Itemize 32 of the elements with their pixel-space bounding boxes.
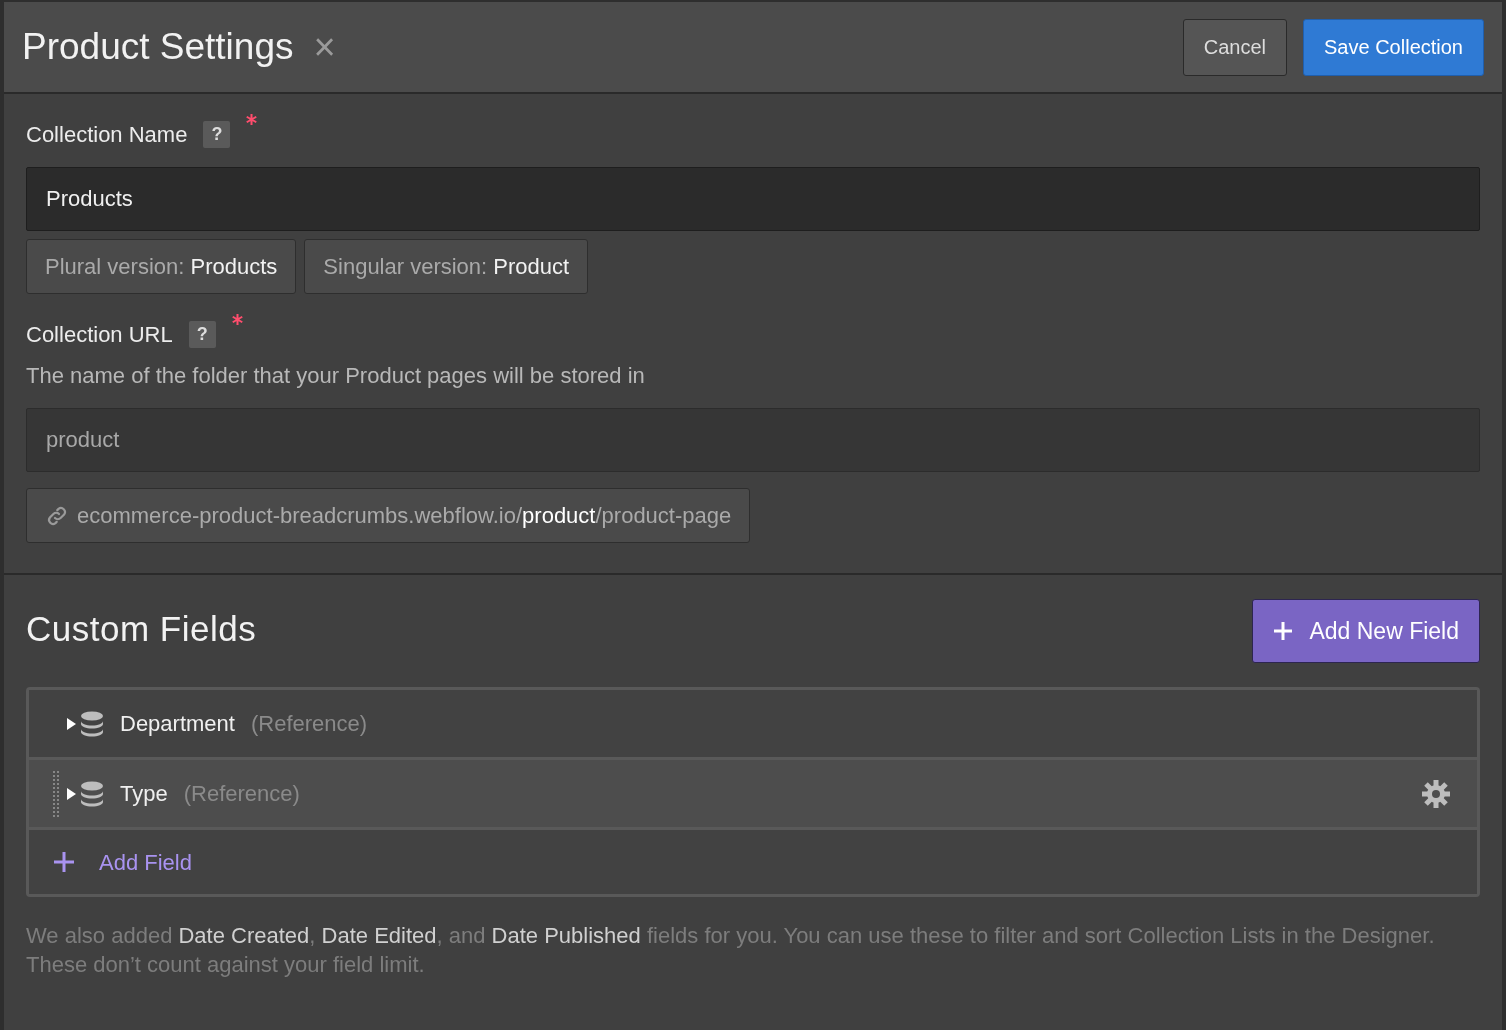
field-row[interactable]: Department (Reference) xyxy=(29,690,1477,760)
url-input[interactable]: product xyxy=(26,408,1480,472)
field-label: Collection URL xyxy=(26,321,173,349)
version-label[interactable]: Singular version: Product xyxy=(304,239,589,294)
save-button[interactable]: Save Collection xyxy=(1303,18,1484,76)
field-name: Department xyxy=(120,710,235,738)
add-new-field-button[interactable]: Add New Field xyxy=(1252,599,1480,663)
close-button[interactable]: × xyxy=(309,28,340,66)
field-type: (Reference) xyxy=(183,780,300,808)
plus-icon xyxy=(1273,621,1294,641)
help-icon[interactable]: ? xyxy=(203,121,231,148)
expand-arrow-icon[interactable] xyxy=(67,717,76,730)
settings-icon[interactable] xyxy=(1421,778,1451,809)
expand-arrow-icon[interactable] xyxy=(67,787,76,800)
cancel-button[interactable]: Cancel xyxy=(1182,18,1288,76)
field-row[interactable]: Type (Reference) xyxy=(29,760,1477,830)
field-label: Collection Name xyxy=(26,121,188,149)
url-preview[interactable]: ecommerce-product-breadcrumbs.webflow.io/product/product-page xyxy=(26,488,751,543)
field-name: Type xyxy=(120,780,168,808)
field-type: (Reference) xyxy=(250,710,368,738)
hint-text: The name of the folder that your Product pages will be stored in xyxy=(26,362,646,390)
database-icon xyxy=(80,780,104,807)
name-input[interactable]: Products xyxy=(26,167,1480,231)
drag-handle-icon[interactable] xyxy=(53,770,59,817)
plus-icon xyxy=(53,851,75,873)
footnote-text: We also added Date Created, Date Edited, and Date Published fields for you. You can use these to filter and sort Collection Lists in the Designer. These don’t count against your field limit. xyxy=(26,922,1436,979)
database-icon xyxy=(80,710,104,737)
version-label[interactable]: Plural version: Products xyxy=(26,239,297,294)
help-icon[interactable]: ? xyxy=(188,321,216,348)
section-title: Custom Fields xyxy=(26,608,257,650)
dialog-title: Product Settings xyxy=(22,25,294,70)
add-field-button[interactable]: Add Field xyxy=(29,830,1477,894)
